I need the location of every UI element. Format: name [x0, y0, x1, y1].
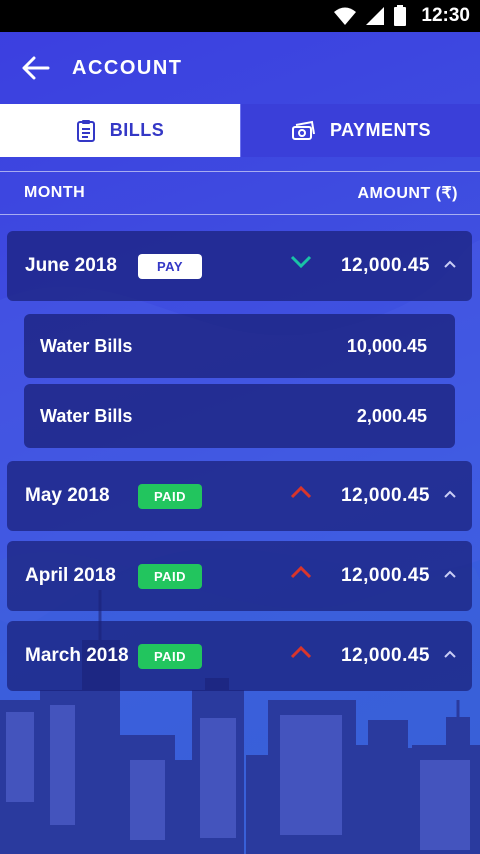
- bill-month: March 2018: [25, 645, 129, 666]
- chevron-up-icon[interactable]: [444, 650, 456, 658]
- bill-amount: 12,000.45: [340, 485, 430, 506]
- tab-bills[interactable]: BILLS: [0, 104, 240, 157]
- bill-row-march-2018[interactable]: March 2018 PAID 12,000.45: [7, 621, 472, 691]
- bill-amount: 12,000.45: [340, 645, 430, 666]
- status-time: 12:30: [421, 5, 470, 26]
- bill-month: May 2018: [25, 485, 110, 506]
- bill-row-june-2018[interactable]: June 2018 PAY 12,000.45: [7, 231, 472, 301]
- paid-badge: PAID: [138, 643, 202, 669]
- trend-up-icon: [290, 565, 312, 579]
- pay-button[interactable]: PAY: [138, 253, 202, 279]
- bill-row-april-2018[interactable]: April 2018 PAID 12,000.45: [7, 541, 472, 611]
- subitem-amount: 2,000.45: [356, 405, 427, 426]
- page-title: ACCOUNT: [72, 56, 183, 79]
- chevron-up-icon[interactable]: [444, 260, 456, 268]
- clipboard-icon: [76, 119, 95, 142]
- chevron-up-icon[interactable]: [444, 570, 456, 578]
- bill-subitem: Water Bills 10,000.45: [24, 314, 455, 378]
- wifi-icon: [334, 7, 357, 25]
- tab-bar: BILLS PAYMENTS: [0, 104, 480, 157]
- table-header: MONTH AMOUNT (₹): [0, 171, 480, 215]
- app-bar: ACCOUNT: [0, 32, 480, 104]
- tab-payments-label: PAYMENTS: [329, 120, 432, 140]
- trend-down-icon: [290, 255, 312, 269]
- subitem-label: Water Bills: [40, 405, 133, 426]
- paid-badge: PAID: [138, 483, 202, 509]
- tab-payments[interactable]: PAYMENTS: [240, 104, 480, 157]
- month-column-header: MONTH: [24, 184, 86, 201]
- trend-up-icon: [290, 645, 312, 659]
- bill-month: April 2018: [25, 565, 116, 586]
- status-bar: 12:30: [0, 0, 480, 32]
- chevron-up-icon[interactable]: [444, 490, 456, 498]
- bill-amount: 12,000.45: [340, 565, 430, 586]
- cell-signal-icon: [366, 7, 385, 25]
- amount-column-header: AMOUNT (₹): [357, 185, 458, 202]
- bill-row-may-2018[interactable]: May 2018 PAID 12,000.45: [7, 461, 472, 531]
- paid-badge: PAID: [138, 563, 202, 589]
- battery-icon: [394, 5, 407, 26]
- money-icon: [291, 120, 315, 140]
- back-arrow-icon[interactable]: [22, 56, 50, 80]
- bill-month: June 2018: [25, 255, 117, 276]
- subitem-label: Water Bills: [40, 335, 133, 356]
- trend-up-icon: [290, 485, 312, 499]
- subitem-amount: 10,000.45: [346, 335, 427, 356]
- tab-bills-label: BILLS: [109, 120, 165, 140]
- bill-subitem: Water Bills 2,000.45: [24, 384, 455, 448]
- bill-amount: 12,000.45: [340, 255, 430, 276]
